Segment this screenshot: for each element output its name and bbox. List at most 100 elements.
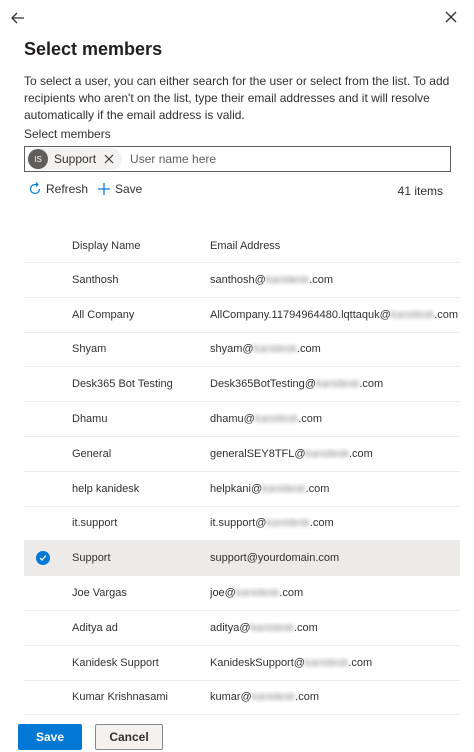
save-button[interactable]: Save [18, 724, 82, 750]
panel-footer: Save Cancel [0, 720, 474, 752]
refresh-icon [29, 182, 41, 195]
row-checkbox[interactable] [24, 333, 72, 367]
display-name-cell: Desk365 Bot Testing [72, 378, 173, 391]
email-cell: shyam@kanidesk.com [210, 343, 460, 355]
member-chip: IS Support [27, 148, 123, 170]
email-suffix: .com [295, 691, 319, 704]
email-suffix: .com [298, 413, 323, 426]
table-row[interactable]: Support support@yourdomain.com [24, 541, 460, 577]
members-table: Display Name Email Address Santhosh santh… [24, 229, 460, 716]
email-prefix: support@yourdomain.com [210, 552, 340, 565]
table-row[interactable]: Kanidesk Support KanideskSupport@kanidesk… [24, 646, 460, 681]
display-name-cell: Aditya ad [72, 621, 118, 634]
remove-chip-icon[interactable] [102, 152, 116, 166]
email-cell: dhamu@kanidesk.com [210, 413, 460, 425]
row-checkbox[interactable] [24, 298, 72, 332]
email-prefix: kumar@ [210, 691, 252, 704]
checkmark-icon [36, 551, 50, 566]
display-name-cell: Dhamu [72, 413, 108, 426]
table-row[interactable]: Kumar Krishnasami kumar@kanidesk.com [24, 681, 460, 716]
email-cell: KanideskSupport@kanidesk.com [210, 657, 460, 669]
email-suffix: .com [348, 447, 373, 460]
email-prefix: helpkani@ [210, 482, 263, 495]
table-row[interactable]: General generalSEY8TFL@kanidesk.com [24, 437, 460, 472]
email-domain-redacted: kanidesk [254, 413, 299, 426]
table-row[interactable]: Aditya ad aditya@kanidesk.com [24, 611, 460, 646]
email-cell: joe@kanidesk.com [210, 587, 460, 599]
email-domain-redacted: kanidesk [305, 447, 349, 460]
email-domain-redacted: kanidesk [250, 621, 294, 634]
email-domain-redacted: kanidesk [304, 656, 349, 669]
back-arrow-icon[interactable] [8, 8, 28, 28]
column-header-display-name[interactable]: Display Name [72, 240, 210, 252]
member-chip-label: Support [54, 152, 97, 166]
email-prefix: dhamu@ [210, 413, 255, 426]
email-suffix: .com [279, 587, 304, 600]
table-row[interactable]: All Company AllCompany.11794964480.lqttaq… [24, 298, 460, 333]
email-prefix: Desk365BotTesting@ [210, 378, 316, 391]
email-suffix: .com [309, 517, 334, 530]
email-suffix: .com [348, 656, 373, 669]
row-checkbox[interactable] [24, 507, 72, 541]
add-icon [98, 183, 110, 195]
display-name-cell: General [72, 447, 112, 460]
email-suffix: .com [359, 378, 384, 391]
table-row[interactable]: Desk365 Bot Testing Desk365BotTesting@kan… [24, 367, 460, 403]
row-checkbox[interactable] [24, 646, 72, 680]
display-name-cell: help kanidesk [72, 482, 140, 495]
table-row[interactable]: help kanidesk helpkani@kanidesk.com [24, 472, 460, 507]
email-suffix: .com [434, 308, 459, 321]
email-prefix: AllCompany.11794964480.lqttaquk@ [210, 308, 391, 321]
email-cell: santhosh@kanidesk.com [210, 274, 460, 286]
refresh-label: Refresh [46, 182, 89, 196]
email-prefix: santhosh@ [210, 273, 266, 286]
table-header: Display Name Email Address [24, 229, 460, 263]
email-prefix: KanideskSupport@ [210, 656, 305, 669]
save-command-button[interactable]: Save [97, 182, 142, 196]
page-title: Select members [24, 39, 163, 59]
display-name-cell: it.support [72, 517, 118, 530]
email-prefix: aditya@ [210, 621, 251, 634]
email-prefix: it.support@ [210, 517, 267, 530]
display-name-cell: All Company [72, 308, 135, 321]
row-checkbox[interactable] [24, 367, 72, 401]
display-name-cell: Joe Vargas [72, 587, 127, 600]
table-row[interactable]: Santhosh santhosh@kanidesk.com [24, 263, 460, 298]
display-name-cell: Kumar Krishnasami [72, 691, 168, 704]
email-domain-redacted: kanidesk [390, 308, 435, 321]
email-cell: Desk365BotTesting@kanidesk.com [210, 378, 460, 390]
email-cell: helpkani@kanidesk.com [210, 483, 460, 495]
display-name-cell: Support [72, 552, 111, 565]
save-command-label: Save [115, 182, 143, 196]
email-cell: support@yourdomain.com [210, 552, 460, 564]
row-checkbox[interactable] [24, 541, 72, 575]
email-cell: AllCompany.11794964480.lqttaquk@kanidesk… [210, 309, 460, 321]
display-name-cell: Shyam [72, 343, 107, 356]
email-domain-redacted: kanidesk [262, 482, 306, 495]
table-row[interactable]: Joe Vargas joe@kanidesk.com [24, 576, 460, 611]
refresh-button[interactable]: Refresh [28, 182, 88, 196]
cancel-button[interactable]: Cancel [95, 724, 163, 750]
email-domain-redacted: kanidesk [266, 517, 310, 530]
email-suffix: .com [297, 343, 321, 356]
display-name-cell: Kanidesk Support [72, 656, 159, 669]
email-prefix: shyam@ [210, 343, 254, 356]
row-checkbox[interactable] [24, 263, 72, 297]
email-cell: kumar@kanidesk.com [210, 691, 460, 703]
table-row[interactable]: Dhamu dhamu@kanidesk.com [24, 402, 460, 437]
user-search-input[interactable] [130, 149, 450, 169]
command-bar: Refresh Save 41 items [24, 182, 451, 200]
row-checkbox[interactable] [24, 437, 72, 471]
row-checkbox[interactable] [24, 402, 72, 436]
close-icon[interactable] [442, 8, 460, 26]
row-checkbox[interactable] [24, 576, 72, 610]
email-domain-redacted: kanidesk [265, 273, 310, 286]
email-suffix: .com [293, 621, 318, 634]
table-row[interactable]: it.support it.support@kanidesk.com [24, 507, 460, 542]
row-checkbox[interactable] [24, 681, 72, 715]
row-checkbox[interactable] [24, 472, 72, 506]
column-header-email[interactable]: Email Address [210, 240, 460, 252]
table-row[interactable]: Shyam shyam@kanidesk.com [24, 333, 460, 368]
row-checkbox[interactable] [24, 611, 72, 645]
people-picker[interactable]: IS Support [24, 146, 451, 172]
